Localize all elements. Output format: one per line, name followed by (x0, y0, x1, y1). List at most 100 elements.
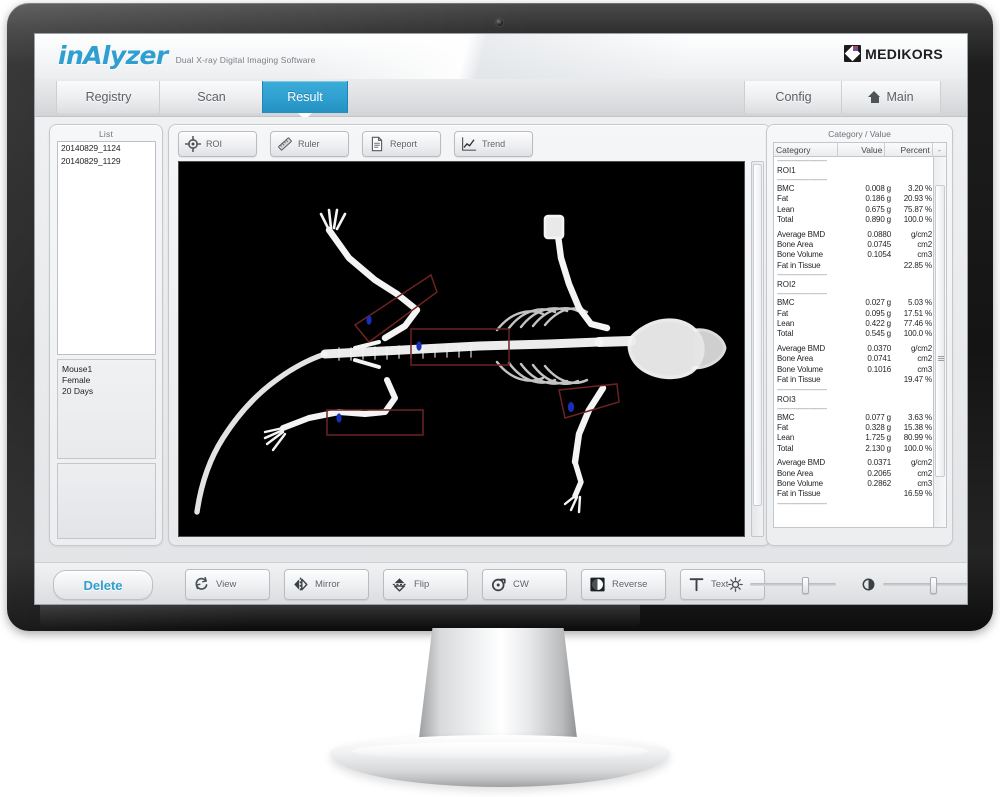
cell-percent: 80.99 % (903, 433, 932, 443)
flip-button[interactable]: Flip (383, 569, 468, 600)
tab-result-label: Result (287, 90, 323, 104)
xray-viewport[interactable] (178, 161, 745, 537)
list-item[interactable]: 20140829_1124 (58, 142, 155, 155)
brightness-slider-knob[interactable] (801, 577, 809, 594)
roi-button[interactable]: ROI (178, 131, 257, 157)
table-row[interactable]: Bone Area 0.0741 cm2 (774, 354, 934, 364)
cell-category: Lean (777, 433, 795, 443)
cell-value: 0.0371 (867, 458, 891, 468)
table-row[interactable]: Fat 0.186 g 20.93 % (774, 194, 934, 204)
table-row[interactable]: Lean 0.422 g 77.46 % (774, 319, 934, 329)
contrast-slider-knob[interactable] (930, 577, 938, 594)
column-header-category: Category (774, 143, 838, 157)
contrast-slider[interactable] (883, 577, 967, 594)
table-row[interactable]: BMC 0.027 g 5.03 % (774, 298, 934, 308)
cell-percent: g/cm2 (910, 343, 932, 353)
table-row[interactable]: Bone Area 0.0745 cm2 (774, 240, 934, 250)
table-row[interactable]: Bone Area 0.2065 cm2 (774, 469, 934, 479)
cell-category: Total (777, 443, 794, 453)
table-separator: ------------------------ (777, 404, 827, 413)
table-separator: ------------------------ (777, 290, 827, 299)
cell-value: 0.0370 (867, 343, 891, 353)
image-scrollbar-thumb[interactable] (753, 164, 762, 506)
cell-percent: 3.20 % (907, 184, 932, 193)
delete-button[interactable]: Delete (53, 570, 153, 600)
tab-config[interactable]: Config (744, 81, 843, 113)
brightness-slider[interactable] (750, 577, 836, 594)
contrast-icon (862, 578, 875, 591)
mirror-button[interactable]: Mirror (284, 569, 369, 600)
table-row[interactable]: Bone Volume 0.1054 cm3 (774, 250, 934, 260)
monitor-stand-base (330, 735, 670, 787)
results-vertical-scrollbar[interactable] (933, 156, 947, 528)
screen: inAlyzer Dual X-ray Digital Imaging Soft… (34, 33, 968, 605)
table-row[interactable]: Average BMD 0.0370 g/cm2 (774, 344, 934, 354)
cell-percent: g/cm2 (910, 229, 932, 239)
cell-percent: 22.85 % (903, 260, 932, 270)
table-row[interactable]: Fat in Tissue 22.85 % (774, 261, 934, 271)
tab-result[interactable]: Result (262, 81, 348, 120)
tab-registry[interactable]: Registry (56, 81, 161, 113)
cell-percent: 5.03 % (907, 298, 932, 308)
results-scrollbar-thumb[interactable] (935, 185, 945, 477)
table-row[interactable]: Lean 0.675 g 75.87 % (774, 205, 934, 215)
column-header-more: - (937, 145, 941, 155)
report-button[interactable]: Report (362, 131, 441, 157)
cell-value (845, 489, 891, 499)
cell-value: 0.0745 (867, 240, 891, 250)
brightness-control (728, 577, 836, 594)
table-row[interactable]: Lean 1.725 g 80.99 % (774, 433, 934, 443)
table-row[interactable]: Total 0.890 g 100.0 % (774, 215, 934, 225)
scan-list[interactable]: 20140829_1124 20140829_1129 (57, 141, 156, 355)
ruler-button[interactable]: Ruler (270, 131, 349, 157)
list-item[interactable]: 20140829_1129 (58, 155, 155, 168)
reverse-button[interactable]: Reverse (581, 569, 666, 600)
document-icon (371, 136, 383, 152)
mirror-button-label: Mirror (315, 579, 340, 590)
brand-name: MEDIKORS (865, 45, 943, 62)
rotate-cw-button[interactable]: CW (482, 569, 567, 600)
table-row[interactable]: Total 2.130 g 100.0 % (774, 444, 934, 454)
table-row[interactable]: BMC 0.008 g 3.20 % (774, 184, 934, 194)
tab-scan[interactable]: Scan (159, 81, 264, 113)
reverse-contrast-icon (590, 577, 605, 592)
trend-button[interactable]: Trend (454, 131, 533, 157)
flip-button-label: Flip (414, 579, 430, 590)
cell-value: 0.422 g (865, 319, 891, 329)
cell-category: Bone Area (777, 468, 814, 478)
table-row[interactable]: Fat 0.095 g 17.51 % (774, 309, 934, 319)
table-row[interactable]: Fat in Tissue 16.59 % (774, 489, 934, 499)
cell-percent: 100.0 % (903, 329, 932, 339)
table-row[interactable]: Total 0.545 g 100.0 % (774, 329, 934, 339)
table-row[interactable]: Average BMD 0.0371 g/cm2 (774, 458, 934, 468)
table-row[interactable]: Bone Volume 0.1016 cm3 (774, 365, 934, 375)
cell-value (845, 261, 891, 271)
text-button-label: Text (711, 579, 729, 590)
results-table-body[interactable]: ------------------------ ROI1 ------------… (773, 156, 934, 528)
cell-percent: 3.63 % (907, 412, 932, 422)
list-title: List (98, 129, 114, 139)
tab-main[interactable]: Main (841, 81, 941, 113)
image-vertical-scrollbar[interactable] (751, 161, 764, 537)
rotate-cw-button-label: CW (513, 579, 529, 590)
rotate-cw-icon (491, 578, 506, 592)
table-row[interactable]: BMC 0.077 g 3.63 % (774, 413, 934, 423)
medikors-mark-icon (844, 45, 862, 62)
table-row[interactable]: Average BMD 0.0880 g/cm2 (774, 230, 934, 240)
cell-value: 0.027 g (865, 298, 891, 308)
tab-scan-label: Scan (197, 90, 226, 104)
subject-info-panel: Mouse1 Female 20 Days (57, 359, 156, 459)
table-row[interactable]: Fat 0.328 g 15.38 % (774, 423, 934, 433)
table-row[interactable]: Fat in Tissue 19.47 % (774, 375, 934, 385)
brand-logo: MEDIKORS (844, 45, 943, 62)
cell-category: Fat (777, 194, 789, 204)
cell-value: 1.725 g (865, 433, 891, 443)
view-button[interactable]: View (185, 569, 270, 600)
results-panel-title: Category / Value (828, 129, 891, 139)
cell-category: Average BMD (777, 343, 826, 353)
table-separator: ------------------------ (777, 157, 827, 165)
logo-tagline: Dual X-ray Digital Imaging Software (175, 55, 316, 65)
cell-value: 0.1054 (867, 250, 891, 260)
table-row[interactable]: Bone Volume 0.2862 cm3 (774, 479, 934, 489)
trend-button-label: Trend (482, 139, 506, 149)
